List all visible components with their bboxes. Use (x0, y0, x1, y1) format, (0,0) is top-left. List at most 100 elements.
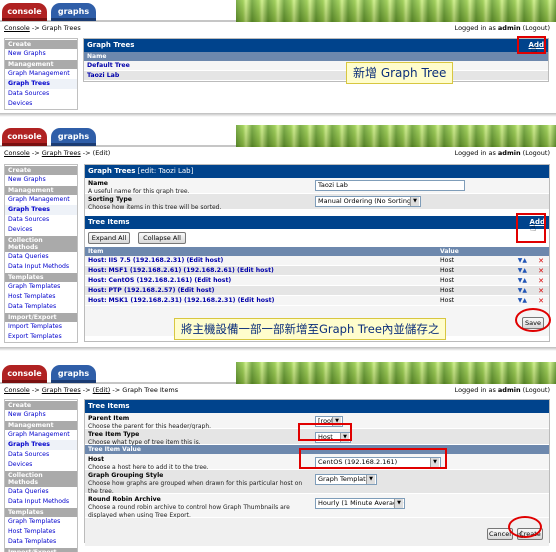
panel-divider (0, 347, 556, 351)
breadcrumb-graph-trees[interactable]: Graph Trees (42, 386, 81, 394)
sidebar-item-devices[interactable]: Devices (5, 99, 77, 109)
sidebar-item-devices[interactable]: Devices (5, 225, 77, 235)
logout-link[interactable]: (Logout) (521, 149, 550, 157)
breadcrumb-graph-trees[interactable]: Graph Trees (42, 149, 81, 157)
host-label: Host (88, 456, 105, 463)
form-footer: Cancel Create (85, 518, 549, 546)
sidebar-item-graph-templates[interactable]: Graph Templates (5, 517, 77, 527)
sidebar-item-data-templates[interactable]: Data Templates (5, 302, 77, 312)
tree-item-link[interactable]: MSK1 (192.168.2.31) (192.168.2.31) (Edit… (109, 297, 275, 304)
sidebar-item-data-queries[interactable]: Data Queries (5, 487, 77, 497)
tree-item-link[interactable]: PTP (192.168.2.57) (Edit host) (109, 287, 215, 294)
sidebar-section-management: Management (5, 185, 77, 195)
sidebar-item-graph-trees[interactable]: Graph Trees (5, 440, 77, 450)
move-arrows-icon[interactable]: ▼▲ (518, 256, 527, 266)
breadcrumb-separator: -> (82, 386, 91, 394)
tab-graphs[interactable]: graphs (51, 128, 96, 146)
name-input[interactable]: Taozi Lab (315, 180, 465, 191)
sidebar-item-graph-trees[interactable]: Graph Trees (5, 79, 77, 89)
logged-in-label: Logged in as (454, 386, 498, 394)
tab-graphs[interactable]: graphs (51, 365, 96, 383)
breadcrumb-console[interactable]: Console (4, 24, 30, 32)
tab-graphs[interactable]: graphs (51, 3, 96, 21)
delete-icon[interactable]: ✕ (538, 276, 544, 286)
tab-console[interactable]: console (2, 3, 47, 21)
sidebar-section-create: Create (5, 400, 77, 410)
sidebar-item-graph-trees[interactable]: Graph Trees (5, 205, 77, 215)
sidebar-section-management: Management (5, 420, 77, 430)
sidebar-item-data-sources[interactable]: Data Sources (5, 450, 77, 460)
expand-all-button[interactable]: Expand All (88, 232, 130, 244)
tree-row: Taozi Lab (84, 71, 548, 81)
move-arrows-icon[interactable]: ▼▲ (518, 286, 527, 296)
tree-item-link[interactable]: MSF1 (192.168.2.61) (192.168.2.61) (Edit… (109, 267, 274, 274)
sorting-select[interactable]: Manual Ordering (No Sorting) (315, 196, 421, 207)
top-tab-bar: console graphs (0, 0, 556, 22)
sidebar-item-host-templates[interactable]: Host Templates (5, 527, 77, 537)
tree-edit-header: Graph Trees [edit: Taozi Lab] (85, 165, 549, 178)
sidebar-item-data-sources[interactable]: Data Sources (5, 215, 77, 225)
sidebar-item-devices[interactable]: Devices (5, 460, 77, 470)
sidebar-item-new-graphs[interactable]: New Graphs (5, 49, 77, 59)
tree-item-type: Host: (88, 267, 107, 274)
tree-link-default[interactable]: Default Tree (87, 62, 130, 69)
delete-icon[interactable]: ✕ (538, 296, 544, 306)
tree-item-form-box: Tree Items Parent Item Choose the parent… (84, 399, 550, 546)
tree-item-link[interactable]: CentOS (192.168.2.161) (Edit host) (109, 277, 232, 284)
logout-link[interactable]: (Logout) (521, 24, 550, 32)
sidebar-item-new-graphs[interactable]: New Graphs (5, 410, 77, 420)
delete-icon[interactable]: ✕ (538, 266, 544, 276)
sidebar-section-create: Create (5, 39, 77, 49)
sidebar-item-export-templates[interactable]: Export Templates (5, 332, 77, 342)
move-arrows-icon[interactable]: ▼▲ (518, 296, 527, 306)
annotation-callout: 將主機設備一部一部新增至Graph Tree內並儲存之 (174, 318, 447, 340)
panel-divider (0, 113, 556, 117)
tab-console[interactable]: console (2, 128, 47, 146)
grouping-field-row: Graph Grouping Style Choose how graphs a… (85, 470, 549, 495)
tree-item-type: Host: (88, 277, 107, 284)
sidebar-section-management: Management (5, 59, 77, 69)
delete-icon[interactable]: ✕ (538, 286, 544, 296)
breadcrumb-edit: (Edit) (92, 149, 111, 157)
tree-items-header: Tree Items Add (85, 216, 549, 229)
breadcrumb-console[interactable]: Console (4, 386, 30, 394)
breadcrumb-edit[interactable]: (Edit) (93, 386, 111, 394)
screenshot-panel-tree-edit: console graphs Console -> Graph Trees ->… (0, 125, 556, 347)
tree-item-value: Host (440, 257, 455, 264)
tree-link-taozi-lab[interactable]: Taozi Lab (87, 72, 119, 79)
breadcrumb-separator: -> (31, 149, 40, 157)
sidebar-item-data-queries[interactable]: Data Queries (5, 252, 77, 262)
sidebar-item-data-sources[interactable]: Data Sources (5, 89, 77, 99)
tree-item-row: Host: PTP (192.168.2.57) (Edit host) Host… (85, 286, 549, 296)
tree-item-link[interactable]: IIS 7.5 (192.168.2.31) (Edit host) (109, 257, 224, 264)
sidebar-item-import-templates[interactable]: Import Templates (5, 322, 77, 332)
sidebar-item-data-input-methods[interactable]: Data Input Methods (5, 262, 77, 272)
cactus-banner-image (236, 125, 556, 147)
sidebar-item-graph-management[interactable]: Graph Management (5, 430, 77, 440)
tree-edit-subtitle: [edit: Taozi Lab] (135, 167, 194, 175)
rra-label: Round Robin Archive (88, 496, 161, 503)
collapse-all-button[interactable]: Collapse All (138, 232, 186, 244)
tree-item-row: Host: MSK1 (192.168.2.31) (192.168.2.31)… (85, 296, 549, 306)
sidebar-item-data-templates[interactable]: Data Templates (5, 537, 77, 547)
sidebar-menu: Create New Graphs Management Graph Manageme… (4, 164, 78, 343)
rra-field-row: Round Robin Archive Choose a round robin… (85, 494, 549, 519)
delete-icon[interactable]: ✕ (538, 256, 544, 266)
graph-trees-header: Graph Trees Add (84, 39, 548, 52)
move-arrows-icon[interactable]: ▼▲ (518, 276, 527, 286)
sidebar-item-new-graphs[interactable]: New Graphs (5, 175, 77, 185)
sidebar-item-graph-management[interactable]: Graph Management (5, 195, 77, 205)
tab-console[interactable]: console (2, 365, 47, 383)
logout-link[interactable]: (Logout) (521, 386, 550, 394)
breadcrumb-tree-items: Graph Tree Items (122, 386, 179, 394)
move-arrows-icon[interactable]: ▼▲ (518, 266, 527, 276)
sidebar-item-host-templates[interactable]: Host Templates (5, 292, 77, 302)
rra-select[interactable]: Hourly (1 Minute Average) (315, 498, 405, 509)
sidebar-item-graph-templates[interactable]: Graph Templates (5, 282, 77, 292)
tree-item-type: Host: (88, 257, 107, 264)
sorting-description: Choose how items in this tree will be so… (88, 204, 222, 211)
grouping-select[interactable]: Graph Template (315, 474, 377, 485)
sidebar-item-data-input-methods[interactable]: Data Input Methods (5, 497, 77, 507)
breadcrumb-console[interactable]: Console (4, 149, 30, 157)
sidebar-item-graph-management[interactable]: Graph Management (5, 69, 77, 79)
